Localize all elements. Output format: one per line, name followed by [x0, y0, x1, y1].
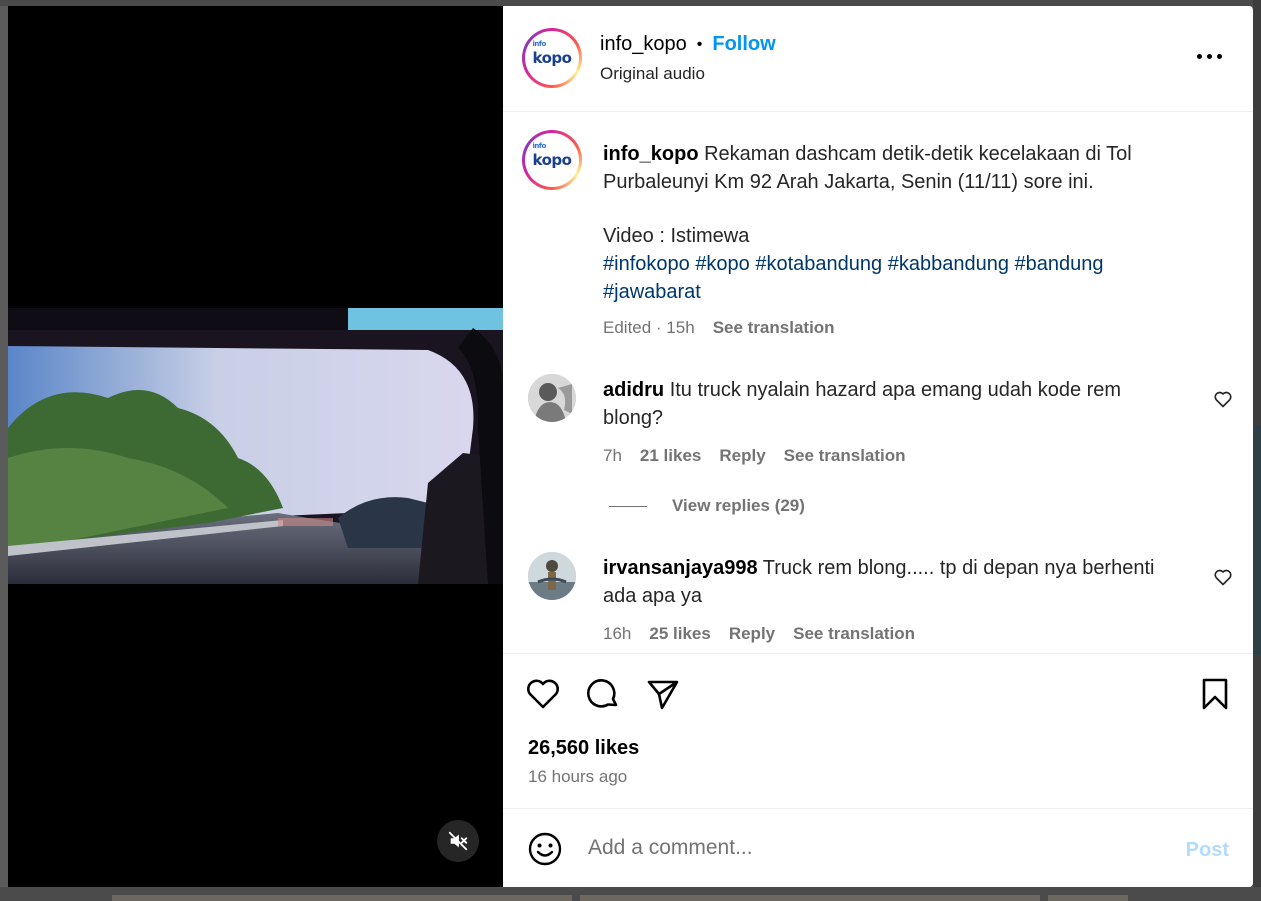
background-thumbnail — [1048, 895, 1128, 901]
heart-icon[interactable] — [1213, 567, 1233, 587]
audio-link[interactable]: Original audio — [600, 64, 705, 84]
replies-divider — [609, 505, 647, 507]
comment-input[interactable] — [588, 831, 1148, 865]
comment-time: 16h — [603, 624, 632, 643]
see-translation-link[interactable]: See translation — [713, 314, 835, 342]
send-icon[interactable] — [643, 674, 683, 714]
see-translation-link[interactable]: See translation — [784, 442, 906, 470]
comment-username[interactable]: adidru — [603, 379, 664, 401]
add-comment-bar: Post — [503, 808, 1253, 887]
more-options-icon[interactable] — [1197, 50, 1223, 62]
dashcam-video-frame[interactable] — [8, 308, 503, 584]
background-thumbnail — [1253, 425, 1261, 655]
background-thumbnail — [580, 895, 1040, 901]
heart-icon[interactable] — [1213, 389, 1233, 409]
comments-scroll-area[interactable]: info kopo info_kopo Rekaman dashcam detik… — [503, 113, 1253, 653]
hashtag-link[interactable]: #jawabarat — [603, 281, 701, 303]
post-comment-button[interactable]: Post — [1186, 839, 1229, 862]
avatar[interactable]: info kopo — [522, 28, 582, 88]
reply-button[interactable]: Reply — [729, 620, 775, 648]
post-header: info kopo info_kopo • Follow Original aud… — [503, 6, 1253, 112]
background-page-bottom — [0, 887, 1261, 901]
comment-likes-link[interactable]: 25 likes — [649, 620, 710, 648]
video-player[interactable] — [8, 6, 503, 887]
username-link[interactable]: info_kopo — [600, 33, 687, 56]
comment-icon[interactable] — [583, 674, 623, 714]
comment-likes-link[interactable]: 21 likes — [640, 442, 701, 470]
comment-text: Itu truck nyalain hazard apa emang udah … — [603, 379, 1122, 429]
post-timestamp: 16 hours ago — [528, 767, 628, 786]
avatar[interactable] — [528, 374, 576, 422]
post-modal: info kopo info_kopo • Follow Original aud… — [8, 6, 1253, 887]
separator-dot: • — [696, 35, 703, 53]
emoji-icon[interactable] — [527, 831, 563, 867]
hashtag-link[interactable]: #kopo — [695, 253, 750, 275]
hashtag-list: #infokopo #kopo #kotabandung #kabbandung… — [603, 250, 1163, 306]
follow-button[interactable]: Follow — [712, 33, 775, 56]
hashtag-link[interactable]: #bandung — [1015, 253, 1104, 275]
heart-icon[interactable] — [523, 674, 563, 714]
brand-logo: info kopo — [532, 142, 572, 169]
comment-username[interactable]: irvansanjaya998 — [603, 557, 758, 579]
hashtag-link[interactable]: #kabbandung — [888, 253, 1009, 275]
hashtag-link[interactable]: #infokopo — [603, 253, 690, 275]
reply-button[interactable]: Reply — [719, 442, 765, 470]
background-thumbnail — [112, 895, 572, 901]
post-actions: 26,560 likes 16 hours ago — [503, 653, 1253, 808]
avatar[interactable]: info kopo — [522, 130, 582, 190]
view-replies-button[interactable]: View replies (29) — [609, 496, 805, 516]
caption-credit: Video : Istimewa — [603, 225, 750, 247]
comment-time: 7h — [603, 446, 622, 465]
mute-toggle-button[interactable] — [437, 820, 479, 862]
caption-username[interactable]: info_kopo — [603, 143, 699, 165]
caption-timestamp: Edited · 15h — [603, 318, 695, 337]
see-translation-link[interactable]: See translation — [793, 620, 915, 648]
likes-count[interactable]: 26,560 likes — [528, 737, 639, 760]
avatar[interactable] — [528, 552, 576, 600]
background-page-right — [1253, 0, 1261, 901]
hashtag-link[interactable]: #kotabandung — [755, 253, 882, 275]
bookmark-icon[interactable] — [1195, 674, 1235, 714]
brand-logo: info kopo — [532, 40, 572, 67]
post-details-panel: info kopo info_kopo • Follow Original aud… — [503, 6, 1253, 887]
muted-speaker-icon — [448, 831, 468, 851]
